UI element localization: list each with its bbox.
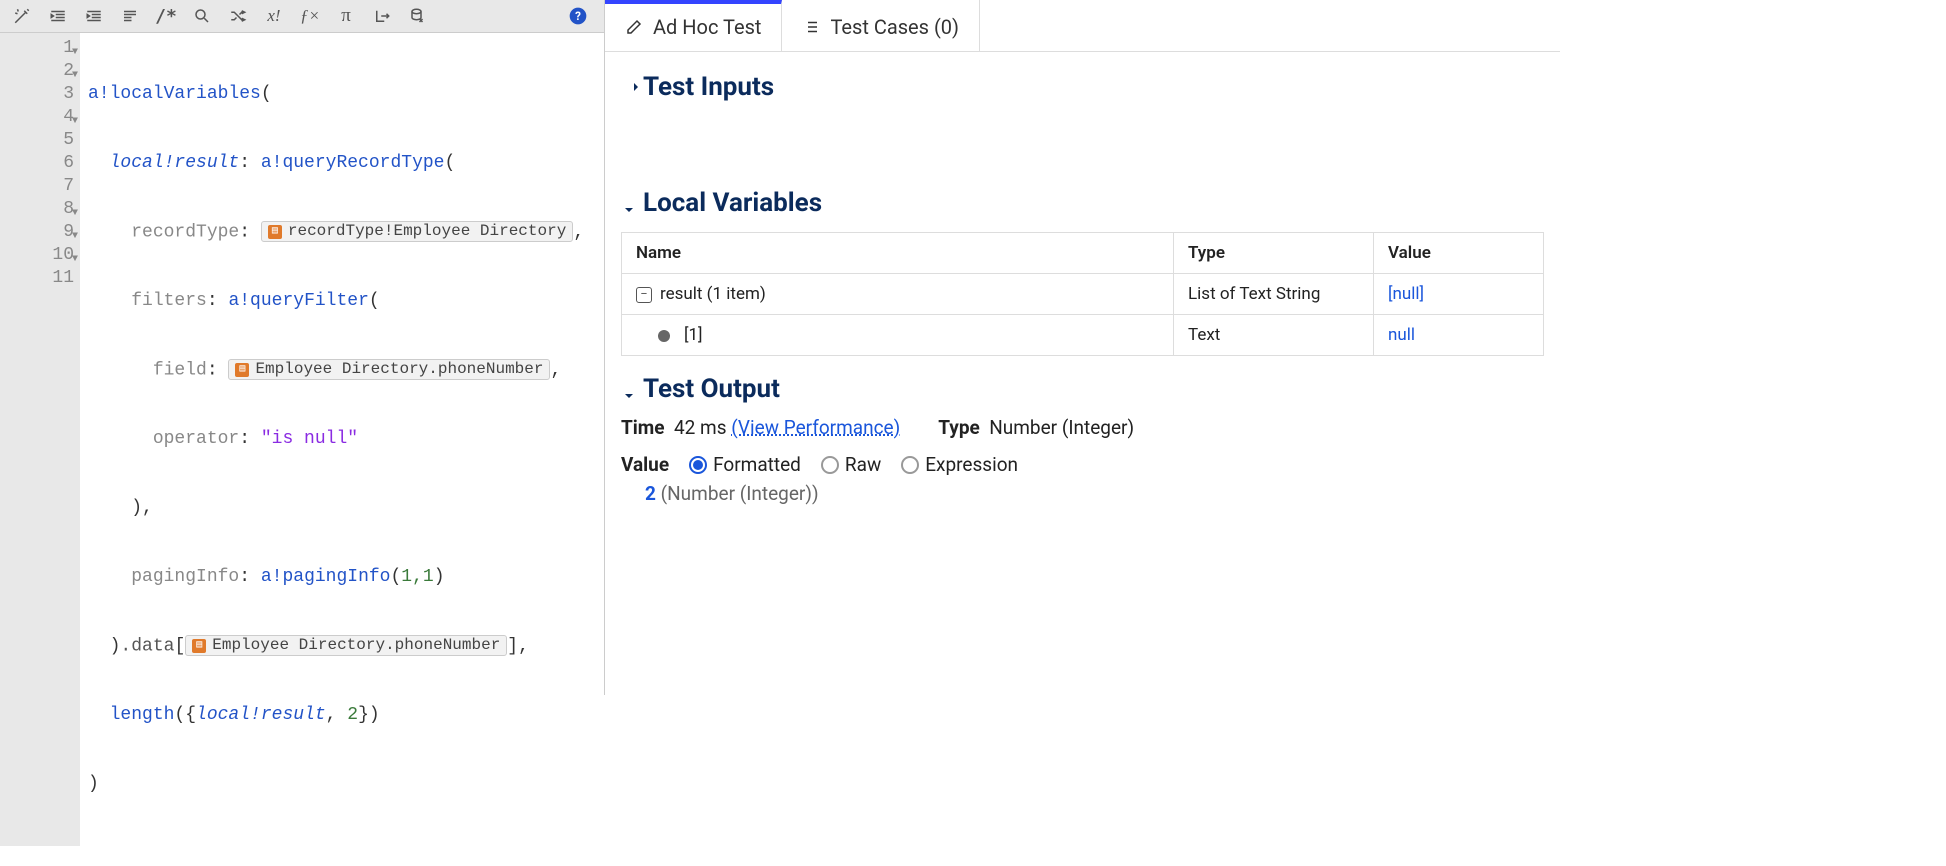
col-type: Type xyxy=(1174,233,1374,274)
export-icon[interactable] xyxy=(366,0,398,32)
field-chip[interactable]: Employee Directory.phoneNumber xyxy=(228,359,550,380)
shuffle-icon[interactable] xyxy=(222,0,254,32)
tab-label: Test Cases (0) xyxy=(830,15,959,39)
value-format-row: Value Formatted Raw Expression xyxy=(621,453,1544,476)
cell-value[interactable]: [null] xyxy=(1388,284,1424,304)
code-token: 2 xyxy=(347,705,358,725)
output-meta: Time 42 ms (View Performance) Type Numbe… xyxy=(621,416,1544,439)
code-token: length xyxy=(110,705,175,725)
tab-test-cases[interactable]: Test Cases (0) xyxy=(782,0,980,51)
radio-icon xyxy=(901,456,919,474)
view-performance-link[interactable]: (View Performance) xyxy=(731,416,900,439)
app-root: /* x! ƒ× π ? 1▼ 2▼ 3 4▼ 5 6 7 8▼ 9▼ 10▼ … xyxy=(0,0,1560,695)
code-token: a!queryFilter xyxy=(228,291,368,311)
col-value: Value xyxy=(1374,233,1544,274)
code-token: local!result xyxy=(110,153,240,173)
var-x-icon[interactable]: x! xyxy=(258,0,290,32)
fx-icon[interactable]: ƒ× xyxy=(294,0,326,32)
table-row: [1] Text null xyxy=(622,315,1544,356)
radio-formatted[interactable]: Formatted xyxy=(689,453,801,476)
type-value: Number (Integer) xyxy=(989,416,1134,439)
output-value: 2 (Number (Integer)) xyxy=(621,476,1544,505)
list-icon xyxy=(802,18,820,36)
code-token: .data xyxy=(120,636,174,656)
cell-name: [1] xyxy=(684,325,703,345)
radio-icon xyxy=(821,456,839,474)
comment-icon[interactable]: /* xyxy=(150,0,182,32)
time-label: Time xyxy=(621,416,665,439)
tab-adhoc-test[interactable]: Ad Hoc Test xyxy=(605,0,782,51)
record-type-chip[interactable]: recordType!Employee Directory xyxy=(261,221,573,242)
record-icon xyxy=(192,639,206,653)
search-icon[interactable] xyxy=(186,0,218,32)
section-local-variables[interactable]: Local Variables xyxy=(621,188,1544,218)
value-label: Value xyxy=(621,453,669,476)
record-icon xyxy=(268,225,282,239)
code-token: 1,1 xyxy=(401,567,433,587)
code-editor[interactable]: 1▼ 2▼ 3 4▼ 5 6 7 8▼ 9▼ 10▼ 11 a!localVar… xyxy=(0,33,604,846)
section-title: Test Output xyxy=(643,374,780,404)
local-variables-table: Name Type Value −result (1 item) List of… xyxy=(621,232,1544,356)
code-token: a!pagingInfo xyxy=(261,567,391,587)
pi-icon[interactable]: π xyxy=(330,0,362,32)
bullet-icon xyxy=(658,330,670,342)
radio-icon xyxy=(689,456,707,474)
time-value: 42 ms xyxy=(674,416,727,439)
code-token: "is null" xyxy=(261,429,358,449)
code-token: recordType xyxy=(131,222,239,242)
cell-value[interactable]: null xyxy=(1388,325,1415,345)
db-icon[interactable] xyxy=(402,0,434,32)
section-title: Test Inputs xyxy=(643,72,774,102)
table-row: −result (1 item) List of Text String [nu… xyxy=(622,274,1544,315)
panel-body: Test Inputs Local Variables Name Type Va… xyxy=(605,52,1560,519)
svg-text:?: ? xyxy=(575,9,581,23)
format-icon[interactable] xyxy=(114,0,146,32)
code-token: a!localVariables xyxy=(88,84,261,104)
indent-icon[interactable] xyxy=(78,0,110,32)
table-header-row: Name Type Value xyxy=(622,233,1544,274)
chevron-down-icon xyxy=(621,195,637,211)
section-test-output[interactable]: Test Output xyxy=(621,374,1544,404)
test-tabs: Ad Hoc Test Test Cases (0) xyxy=(605,0,1560,52)
editor-toolbar: /* x! ƒ× π ? xyxy=(0,0,604,33)
field-chip[interactable]: Employee Directory.phoneNumber xyxy=(185,635,507,656)
chevron-down-icon xyxy=(621,381,637,397)
radio-raw[interactable]: Raw xyxy=(821,453,881,476)
tab-label: Ad Hoc Test xyxy=(653,15,761,39)
help-icon[interactable]: ? xyxy=(562,0,594,32)
section-test-inputs[interactable]: Test Inputs xyxy=(621,72,1544,102)
editor-pane: /* x! ƒ× π ? 1▼ 2▼ 3 4▼ 5 6 7 8▼ 9▼ 10▼ … xyxy=(0,0,605,695)
code-token: field xyxy=(153,360,207,380)
line-gutter: 1▼ 2▼ 3 4▼ 5 6 7 8▼ 9▼ 10▼ 11 xyxy=(0,33,80,846)
record-icon xyxy=(235,363,249,377)
code-token: operator xyxy=(153,429,239,449)
cell-type: List of Text String xyxy=(1174,274,1374,315)
type-label: Type xyxy=(938,416,980,439)
radio-expression[interactable]: Expression xyxy=(901,453,1018,476)
edit-icon xyxy=(625,18,643,36)
col-name: Name xyxy=(622,233,1174,274)
code-token: pagingInfo xyxy=(131,567,239,587)
outdent-icon[interactable] xyxy=(42,0,74,32)
code-token: local!result xyxy=(196,705,326,725)
code-token: a!queryRecordType xyxy=(261,153,445,173)
cell-name: result (1 item) xyxy=(660,284,766,304)
magic-wand-icon[interactable] xyxy=(6,0,38,32)
collapse-icon[interactable]: − xyxy=(636,287,652,303)
test-pane: Ad Hoc Test Test Cases (0) Test Inputs L… xyxy=(605,0,1560,695)
code-token: filters xyxy=(131,291,207,311)
cell-type: Text xyxy=(1174,315,1374,356)
chevron-right-icon xyxy=(621,79,637,95)
code-content[interactable]: a!localVariables( local!result: a!queryR… xyxy=(80,33,604,846)
section-title: Local Variables xyxy=(643,188,822,218)
output-type-text: (Number (Integer)) xyxy=(661,482,819,505)
output-number: 2 xyxy=(645,482,656,505)
